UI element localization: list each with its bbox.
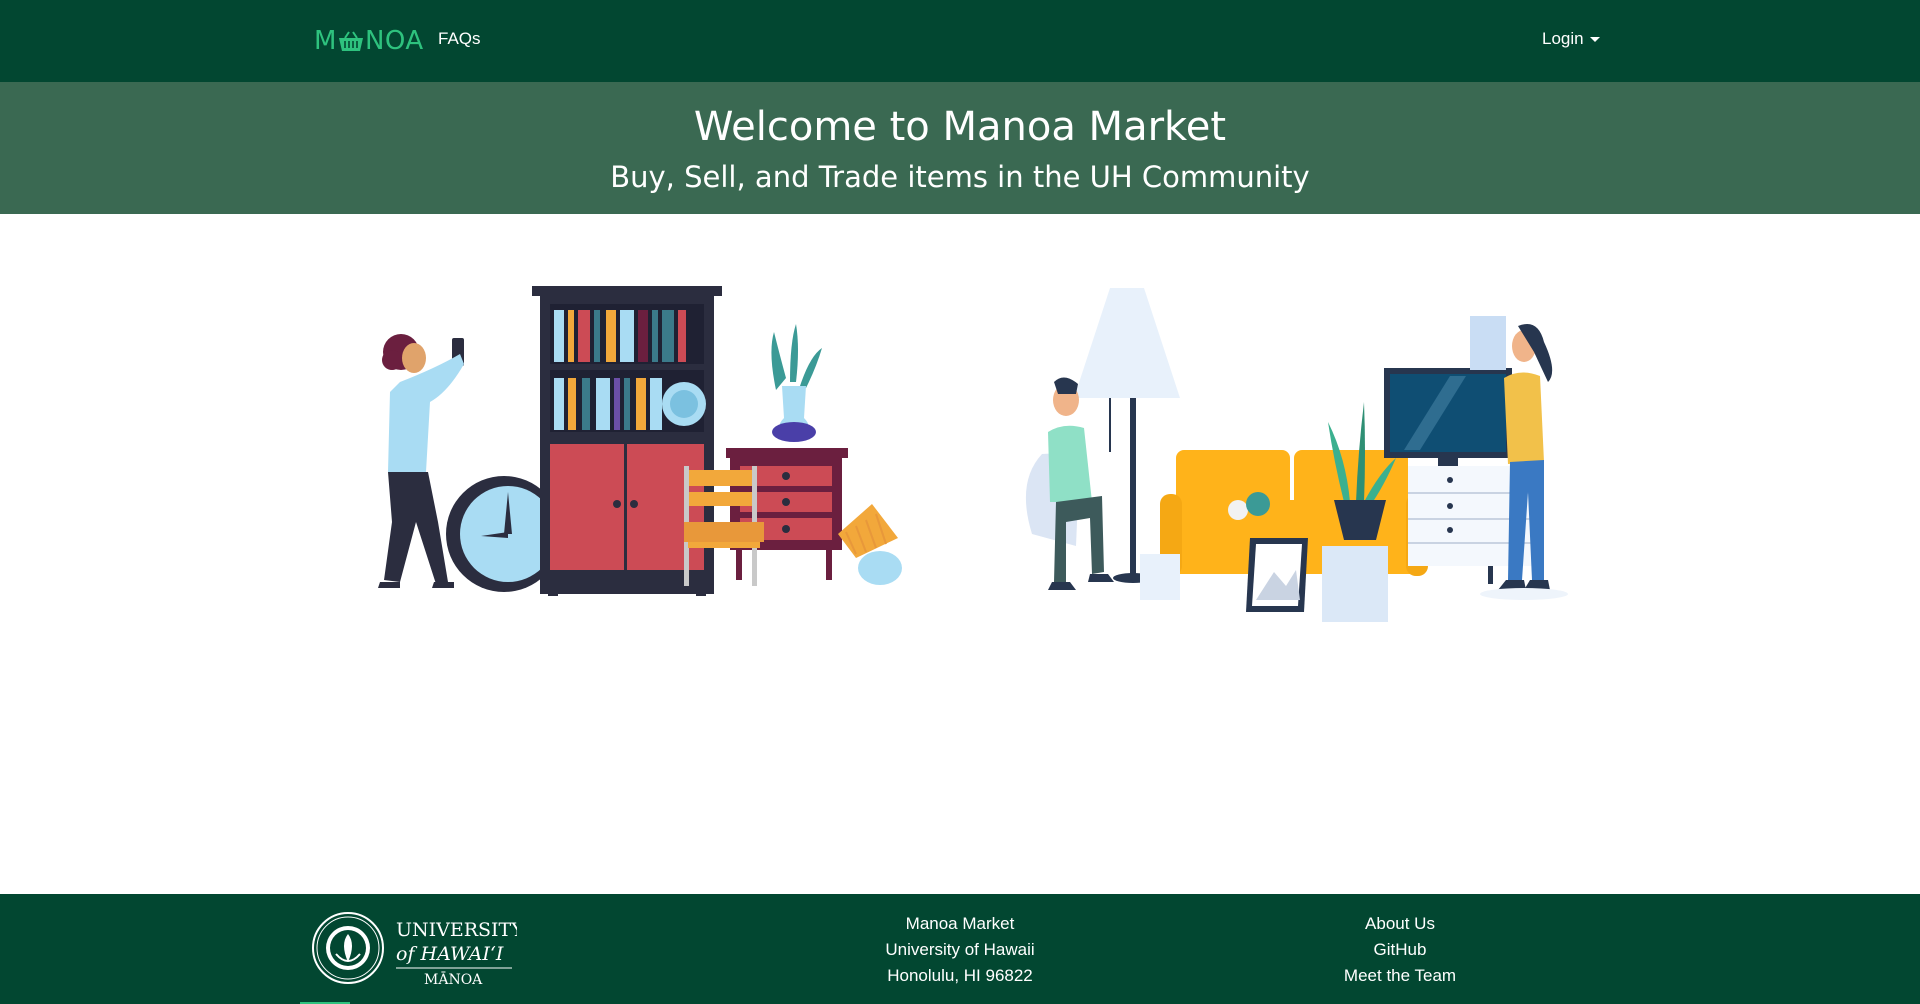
picture-frame-figure [1246,538,1308,612]
logo-line3: MĀNOA [424,970,483,986]
dresser-figure [726,448,848,580]
living-room-illustration [1025,288,1568,622]
nav-faqs-link[interactable]: FAQs [438,29,481,49]
address-line: Honolulu, HI 96822 [887,966,1033,985]
address-line: University of Hawaii [885,940,1035,959]
logo-line2: of HAWAIʻI [396,943,504,965]
login-dropdown[interactable]: Login [1542,29,1600,49]
about-us-link[interactable]: About Us [1300,911,1500,937]
footer: UNIVERSITY of HAWAIʻI MĀNOA Manoa Market… [0,894,1920,1004]
brand-text-left: M [314,26,337,56]
logo-line1: UNIVERSITY [396,919,517,941]
navbar: M NOA FAQs Login [0,0,1920,82]
address-line: Manoa Market [905,914,1015,933]
footer-links: About Us GitHub Meet the Team [1300,911,1500,989]
meet-the-team-link[interactable]: Meet the Team [1300,963,1500,989]
github-link[interactable]: GitHub [1300,937,1500,963]
hero-banner: Welcome to Manoa Market Buy, Sell, and T… [0,82,1920,214]
university-of-hawaii-logo: UNIVERSITY of HAWAIʻI MĀNOA [312,912,517,986]
login-label: Login [1542,29,1584,48]
footer-address: Manoa Market University of Hawaii Honolu… [860,911,1060,989]
fallen-lamp-figure [838,504,902,585]
furniture-illustration [378,286,902,596]
brand-text-right: NOA [364,26,424,56]
vase-with-plant-figure [771,324,822,442]
basket-icon [338,31,363,51]
seated-man-figure [1025,377,1114,590]
chevron-down-icon [1589,36,1600,42]
page-subtitle: Buy, Sell, and Trade items in the UH Com… [610,160,1310,194]
page-title: Welcome to Manoa Market [693,104,1227,150]
brand-logo[interactable]: M NOA [314,24,424,58]
bookcase-figure [532,286,722,596]
